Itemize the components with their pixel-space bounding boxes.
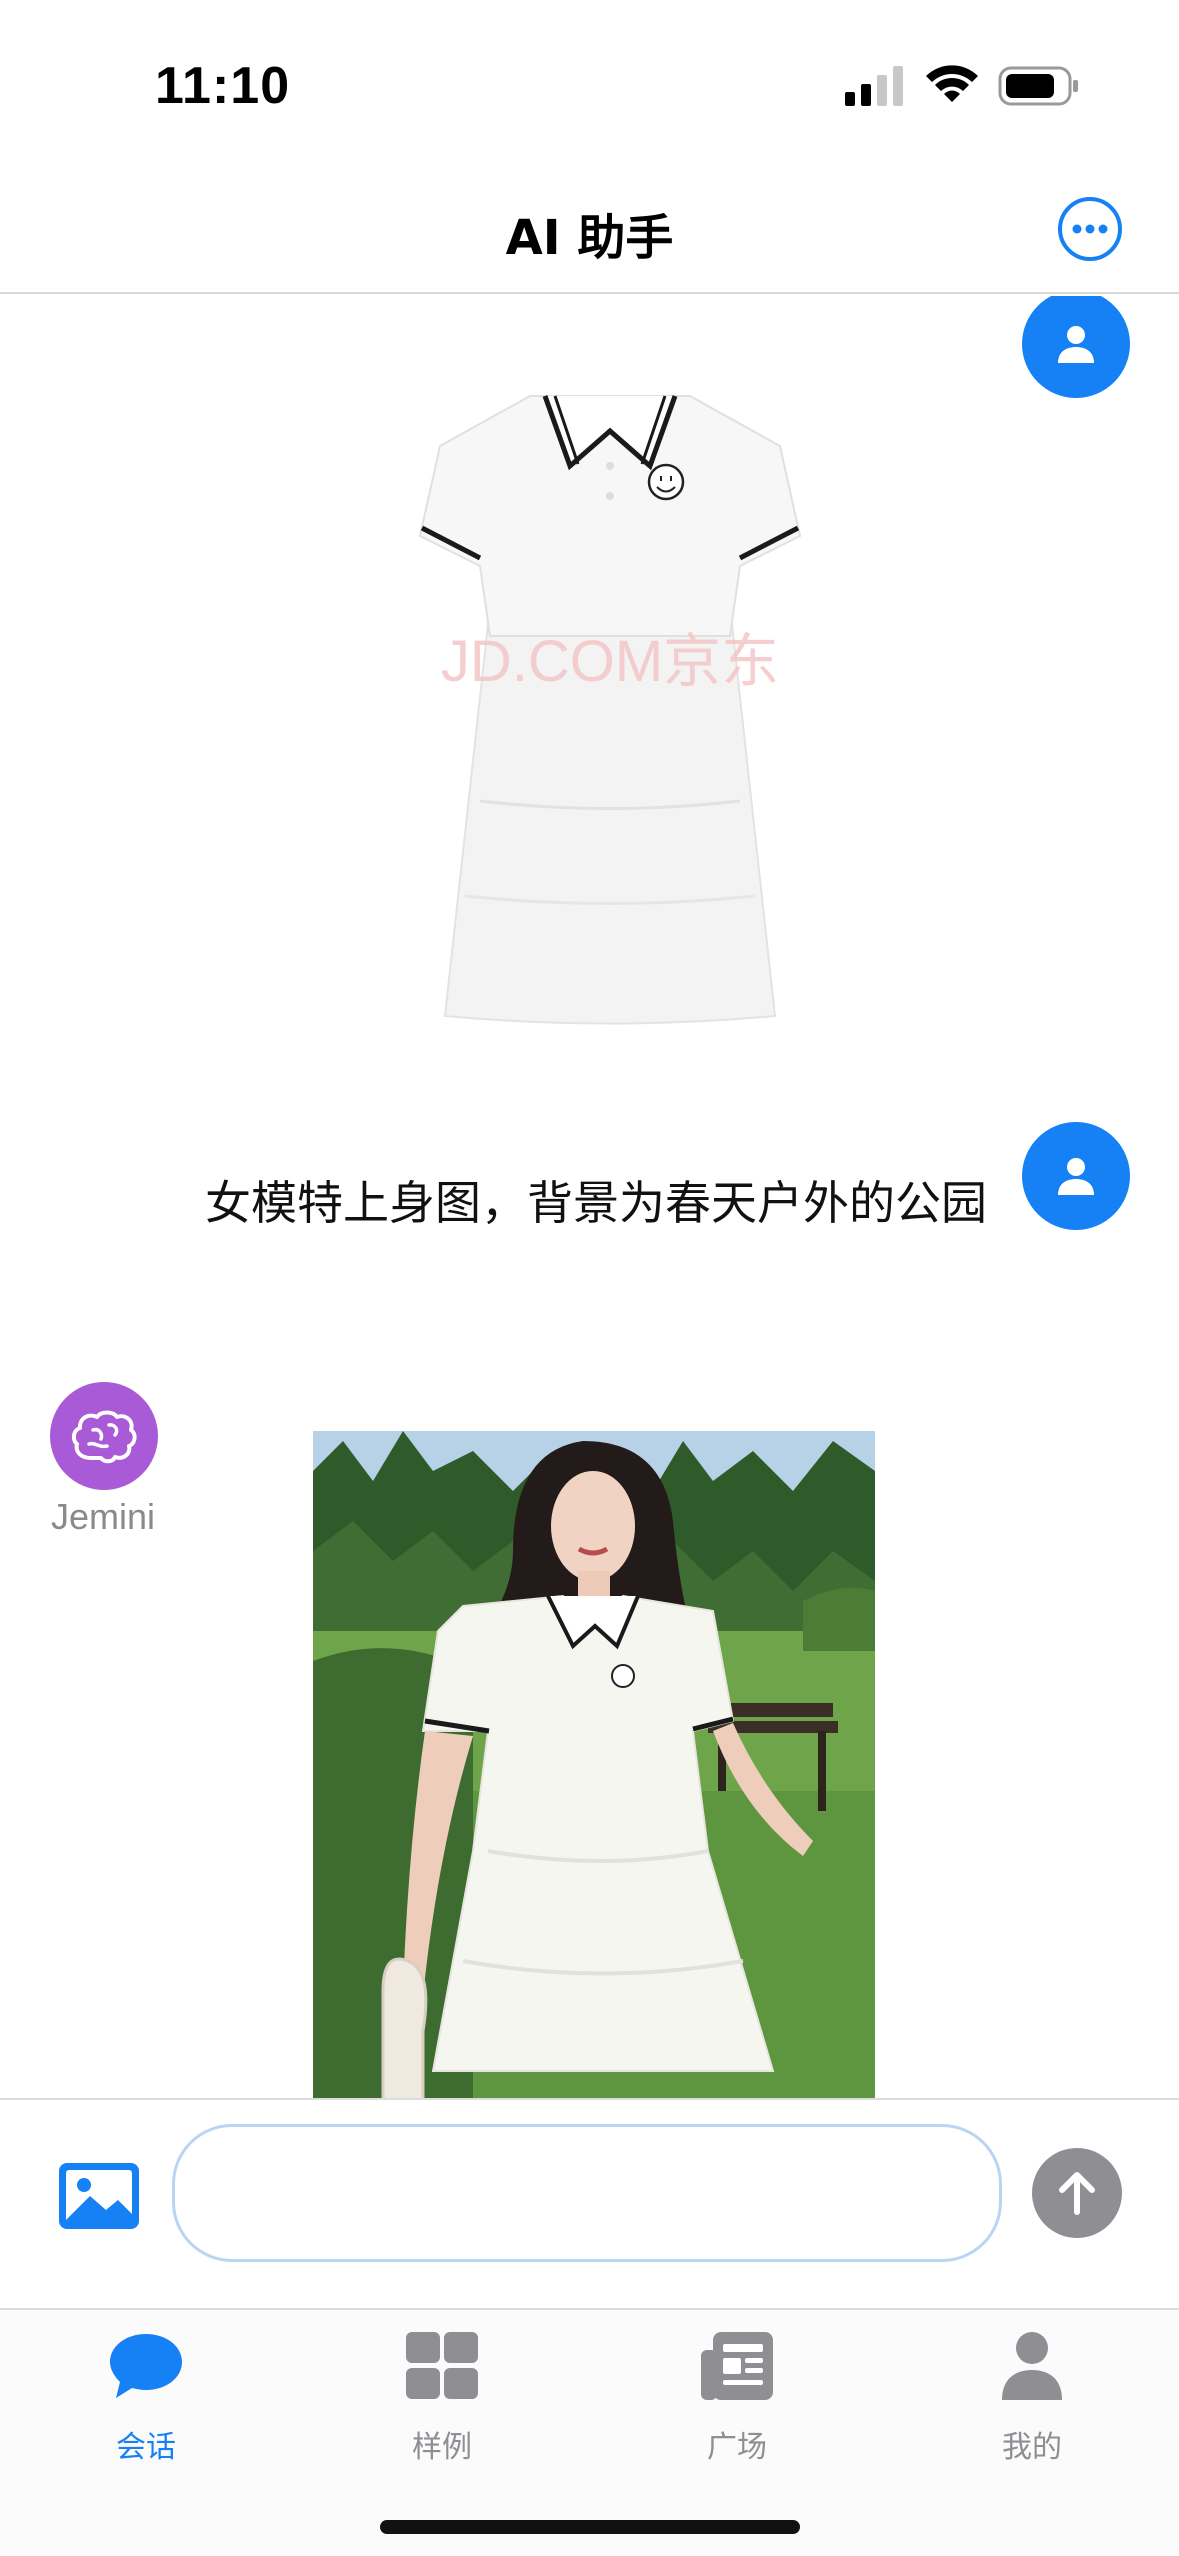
person-icon bbox=[1058, 1158, 1094, 1195]
smiley-patch-icon bbox=[647, 463, 685, 501]
watermark-text: JD.COM京东 bbox=[441, 629, 779, 694]
ai-generated-image[interactable] bbox=[313, 1431, 875, 2100]
send-button[interactable] bbox=[1032, 2148, 1122, 2238]
tab-label: 广场 bbox=[707, 2430, 767, 2465]
newspaper-icon bbox=[701, 2332, 773, 2400]
tab-plaza[interactable]: 广场 bbox=[637, 2330, 837, 2470]
tab-label: 我的 bbox=[1002, 2430, 1062, 2465]
tab-bar: 会话 样例 广场 我的 bbox=[0, 2308, 1179, 2556]
message-input[interactable] bbox=[172, 2124, 1002, 2262]
user-avatar bbox=[1022, 1122, 1130, 1230]
assistant-name: Jemini bbox=[50, 1496, 156, 1537]
user-sent-product-image[interactable]: JD.COM京东 bbox=[380, 336, 840, 1036]
tab-conversation[interactable]: 会话 bbox=[46, 2330, 246, 2470]
cellular-signal-icon bbox=[845, 66, 903, 106]
user-avatar bbox=[1022, 296, 1130, 398]
user-message-text: 女模特上身图，背景为春天户外的公园 bbox=[205, 1176, 987, 1230]
grid-icon bbox=[406, 2332, 478, 2399]
arrow-up-icon bbox=[1059, 2172, 1095, 2215]
status-time: 11:10 bbox=[155, 57, 291, 115]
tab-label: 会话 bbox=[116, 2430, 176, 2465]
battery-icon bbox=[998, 66, 1078, 106]
tab-profile[interactable]: 我的 bbox=[932, 2330, 1132, 2470]
page-title: AI 助手 bbox=[505, 210, 674, 266]
more-options-button[interactable] bbox=[1056, 195, 1124, 263]
tab-label: 样例 bbox=[412, 2430, 472, 2465]
message-composer bbox=[0, 2098, 1179, 2308]
assistant-avatar bbox=[50, 1382, 158, 1490]
chat-message-list[interactable]: JD.COM京东 女模特上身图，背景为春天户外的公园 Jemini bbox=[0, 296, 1179, 2100]
home-indicator bbox=[380, 2520, 800, 2534]
image-picker-button[interactable] bbox=[56, 2160, 142, 2232]
wifi-icon bbox=[926, 65, 978, 102]
screen: 11:10 AI 助手 JD.COM京东 女模特上身图，背景为春天户外的公园 J… bbox=[0, 0, 1179, 2556]
tab-examples[interactable]: 样例 bbox=[342, 2330, 542, 2470]
brain-icon bbox=[71, 1410, 137, 1464]
status-bar: 11:10 bbox=[0, 0, 1179, 160]
person-icon bbox=[1058, 326, 1094, 363]
navigation-bar: AI 助手 bbox=[0, 160, 1179, 294]
chat-bubble-icon bbox=[110, 2334, 182, 2398]
person-icon bbox=[1002, 2332, 1062, 2400]
